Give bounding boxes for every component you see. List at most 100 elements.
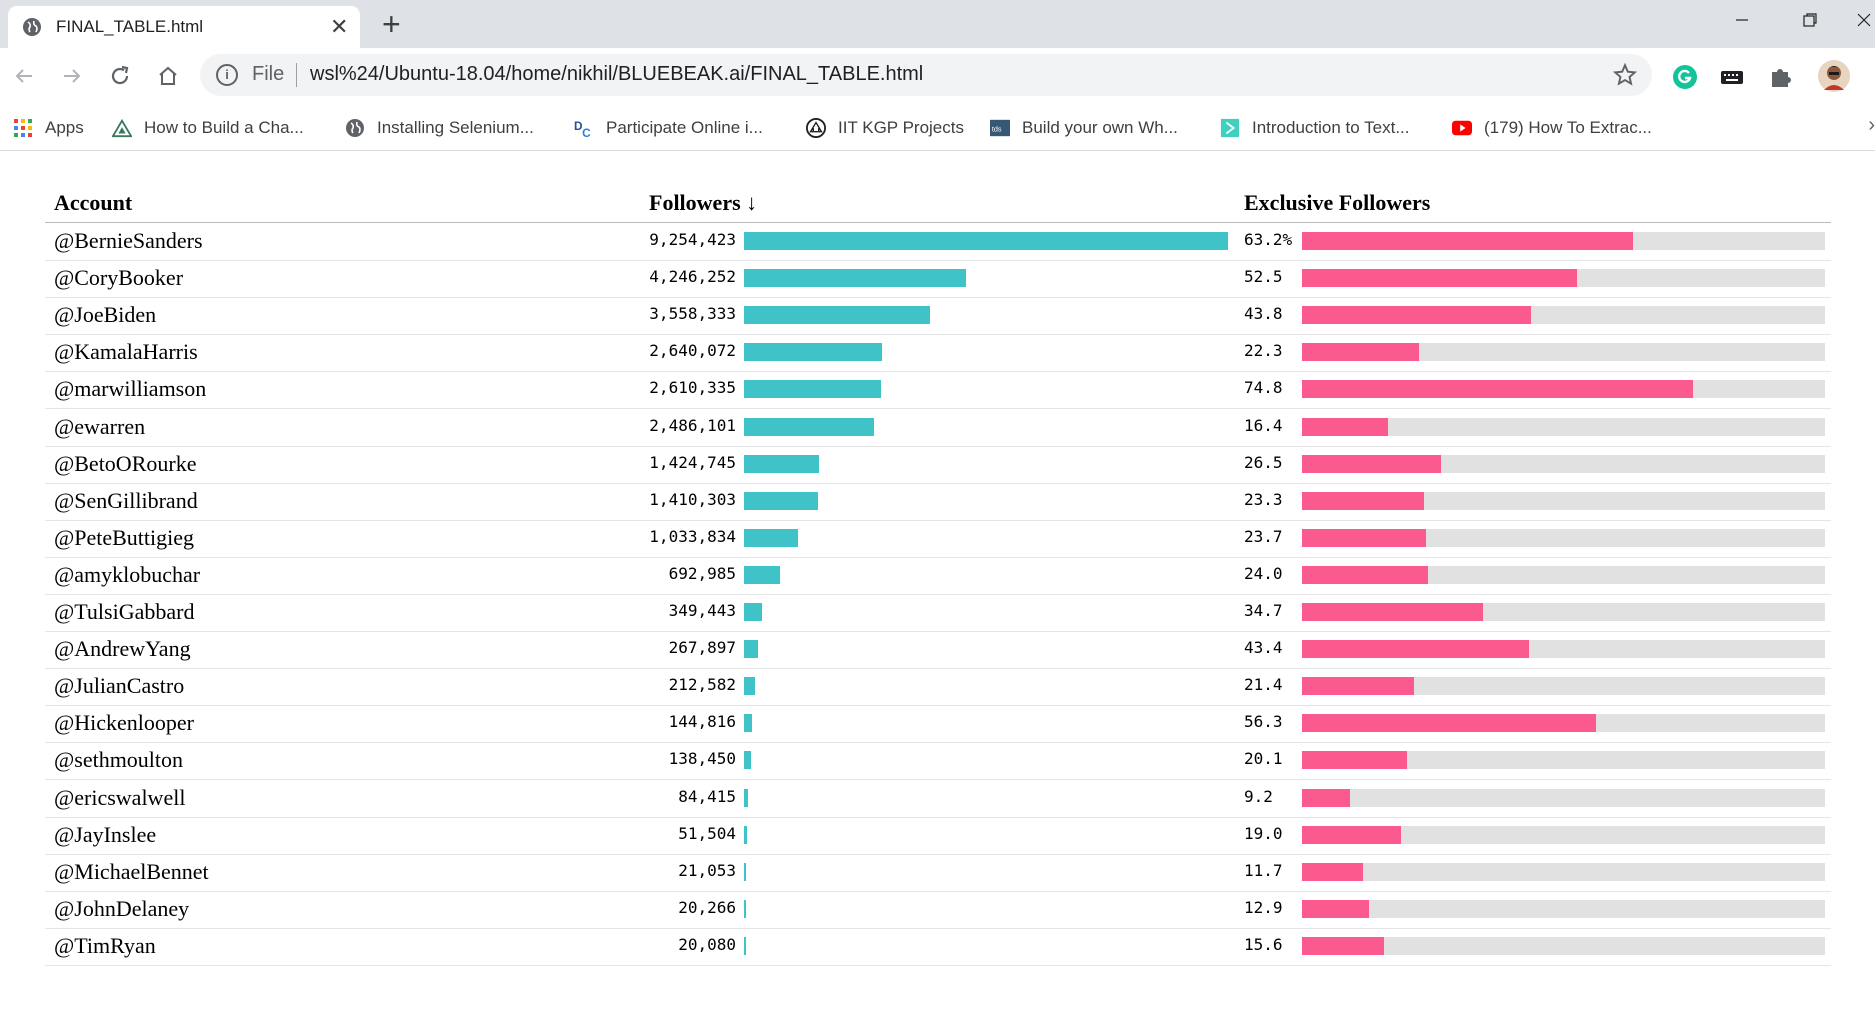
youtube-icon (1452, 120, 1472, 136)
minimize-button[interactable] (1722, 4, 1762, 40)
iit-kgp-emblem-icon (806, 118, 826, 138)
account-handle: @KamalaHarris (54, 339, 198, 365)
bookmark-build-your-own[interactable]: tds Build your own Wh... (990, 114, 1178, 142)
account-handle: @amyklobuchar (54, 561, 201, 587)
url-text[interactable]: wsl%24/Ubuntu-18.04/home/nikhil/BLUEBEAK… (310, 63, 923, 86)
exclusive-followers-value: 23.7 (1244, 526, 1283, 546)
table-row: @KamalaHarris 2,640,072 22.3 (45, 334, 1831, 373)
bookmark-participate-online[interactable]: DC Participate Online i... (574, 114, 763, 142)
followers-count: 2,486,101 (649, 415, 736, 435)
info-icon[interactable]: i (216, 64, 238, 86)
followers-count: 1,033,834 (649, 526, 736, 546)
account-handle: @Hickenlooper (54, 710, 194, 736)
exclusive-followers-value: 9.2 (1244, 786, 1273, 806)
exclusive-followers-value: 43.8 (1244, 304, 1283, 324)
profile-avatar[interactable] (1818, 60, 1850, 92)
bookmarks-overflow-icon[interactable]: › (1868, 114, 1875, 137)
account-handle: @ewarren (54, 413, 146, 439)
bookmark-youtube-how-to-extract[interactable]: (179) How To Extrac... (1452, 114, 1652, 142)
exclusive-followers-value: 56.3 (1244, 712, 1283, 732)
reload-button[interactable] (102, 58, 138, 94)
back-button[interactable] (6, 58, 42, 94)
bookmark-label: (179) How To Extrac... (1484, 118, 1652, 137)
address-bar[interactable]: i File wsl%24/Ubuntu-18.04/home/nikhil/B… (200, 54, 1652, 96)
exclusive-bar-track (1302, 380, 1825, 399)
exclusive-followers-value: 34.7 (1244, 601, 1283, 620)
bookmark-star-icon[interactable] (1612, 62, 1638, 88)
account-handle: @JayInslee (54, 821, 157, 847)
followers-bar (744, 862, 746, 881)
table-row: @AndrewYang 267,897 43.4 (45, 631, 1831, 670)
followers-count: 84,415 (678, 786, 736, 806)
followers-count: 1,410,303 (649, 489, 736, 509)
exclusive-bar (1302, 232, 1633, 250)
extensions-puzzle-icon[interactable] (1768, 64, 1794, 90)
exclusive-bar-track (1302, 640, 1825, 659)
followers-bar (744, 491, 818, 510)
exclusive-followers-value: 15.6 (1244, 934, 1283, 954)
exclusive-followers-value: 24.0 (1244, 563, 1283, 583)
table-row: @JulianCastro 212,582 21.4 (45, 668, 1831, 707)
followers-bar (744, 343, 883, 362)
new-tab-button[interactable]: + (382, 6, 401, 42)
table-row: @TimRyan 20,080 15.6 (45, 928, 1831, 966)
restore-button[interactable] (1790, 4, 1830, 40)
bookmark-iit-kgp-projects[interactable]: IIT KGP Projects (806, 114, 964, 142)
exclusive-bar-track (1302, 306, 1825, 325)
scheme-label: File (252, 63, 285, 85)
account-handle: @SenGillibrand (54, 487, 198, 513)
exclusive-bar (1302, 936, 1384, 955)
exclusive-bar (1302, 751, 1408, 770)
bookmark-build-chatbot[interactable]: How to Build a Cha... (112, 114, 304, 142)
exclusive-bar (1302, 269, 1577, 288)
account-handle: @JoeBiden (54, 302, 157, 328)
exclusive-followers-value: 12.9 (1244, 897, 1283, 917)
bookmark-installing-selenium[interactable]: Installing Selenium... (345, 114, 534, 142)
tab-strip: FINAL_TABLE.html ✕ + (0, 0, 1875, 48)
back-arrow-icon (15, 69, 32, 83)
followers-bar (744, 714, 752, 733)
bookmark-label: How to Build a Cha... (144, 118, 304, 137)
followers-count: 144,816 (668, 712, 736, 732)
exclusive-bar (1302, 677, 1414, 696)
account-handle: @BernieSanders (54, 228, 203, 253)
close-window-button[interactable] (1852, 4, 1875, 40)
exclusive-followers-value: 11.7 (1244, 860, 1283, 880)
exclusive-bar (1302, 491, 1424, 510)
followers-bar (744, 751, 752, 770)
followers-bar (744, 825, 747, 844)
exclusive-bar (1302, 454, 1441, 473)
table-row: @JoeBiden 3,558,333 43.8 (45, 297, 1831, 336)
close-tab-icon[interactable]: ✕ (330, 15, 348, 39)
exclusive-bar (1302, 603, 1484, 621)
followers-bar (744, 454, 819, 473)
table-row: @BetoORourke 1,424,745 26.5 (45, 446, 1831, 484)
account-handle: @ericswalwell (54, 784, 186, 810)
exclusive-bar-track (1302, 491, 1825, 510)
dc-logo-icon: DC (574, 119, 591, 138)
table-row: @marwilliamson 2,610,335 74.8 (45, 371, 1831, 410)
exclusive-followers-value: 19.0 (1244, 823, 1283, 843)
followers-bar (744, 306, 931, 325)
grammarly-icon[interactable] (1672, 64, 1698, 90)
table-row: @MichaelBennet 21,053 11.7 (45, 854, 1831, 892)
tds-logo-icon: tds (990, 119, 1010, 137)
exclusive-bar-track (1302, 454, 1825, 473)
bookmark-apps[interactable]: Apps (13, 114, 84, 142)
account-handle: @TulsiGabbard (54, 599, 195, 624)
exclusive-followers-value: 74.8 (1244, 378, 1283, 398)
exclusive-bar-track (1302, 899, 1825, 918)
forward-button[interactable] (54, 58, 90, 94)
home-button[interactable] (150, 58, 186, 94)
close-window-icon (1857, 13, 1870, 27)
keyboard-icon[interactable] (1719, 64, 1745, 90)
home-icon (159, 66, 177, 85)
exclusive-bar (1302, 528, 1426, 547)
bookmark-introduction-to-text[interactable]: Introduction to Text... (1220, 114, 1410, 142)
table-row: @amyklobuchar 692,985 24.0 (45, 557, 1831, 595)
bookmarks-bar: Apps How to Build a Cha... Installing Se… (0, 106, 1875, 151)
account-handle: @marwilliamson (54, 376, 207, 402)
exclusive-bar-track (1302, 269, 1825, 288)
followers-count: 51,504 (678, 823, 736, 843)
browser-tab[interactable]: FINAL_TABLE.html ✕ (8, 6, 360, 48)
